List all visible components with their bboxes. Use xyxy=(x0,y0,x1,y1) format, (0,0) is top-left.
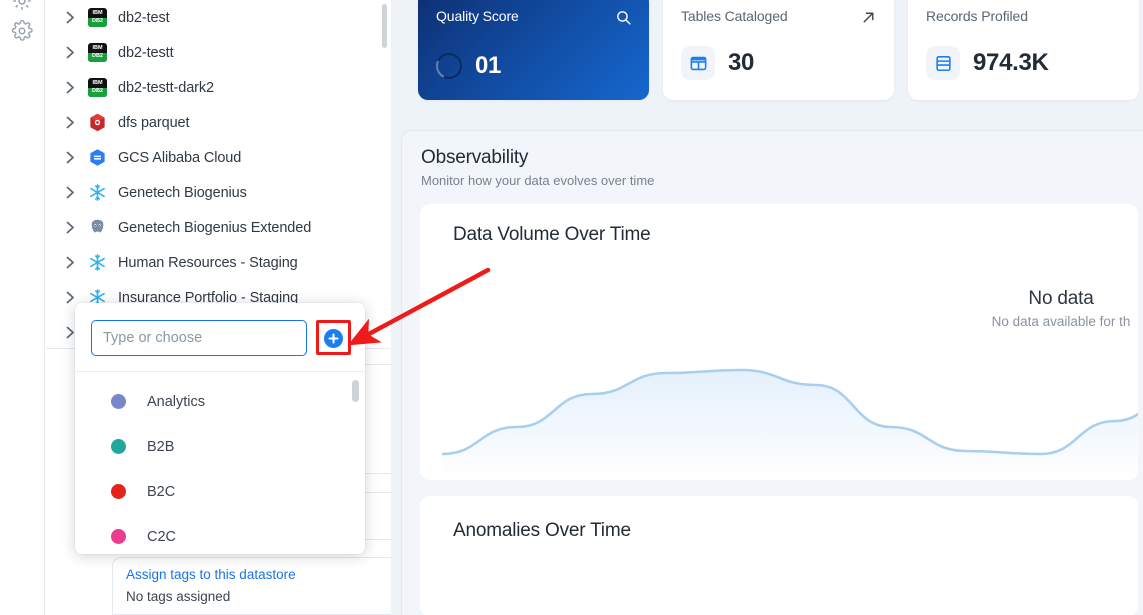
kpi-body: 01 xyxy=(436,52,501,80)
gcs-icon xyxy=(88,148,107,167)
kpi-title: Quality Score xyxy=(436,8,631,24)
expand-chevron-icon[interactable] xyxy=(62,255,78,271)
datastore-tree-item[interactable]: IBMDB2 db2-testt xyxy=(46,35,390,70)
table-grid-icon xyxy=(681,46,715,80)
datastore-tree-item[interactable]: GCS Alibaba Cloud xyxy=(46,140,390,175)
records-list-icon xyxy=(926,46,960,80)
observability-section: Observability Monitor how your data evol… xyxy=(401,130,1143,615)
data-volume-area-curve xyxy=(436,330,1138,480)
loading-spinner-icon xyxy=(432,49,465,82)
datastore-tree-item[interactable]: dfs parquet xyxy=(46,105,390,140)
tag-color-dot xyxy=(111,394,126,409)
datastore-tree-item[interactable]: IBMDB2 db2-test xyxy=(46,0,390,35)
data-volume-empty-state: No data No data available for th xyxy=(926,288,1138,329)
tag-color-dot xyxy=(111,484,126,499)
kpi-body: 974.3K xyxy=(926,46,1049,80)
observability-subtitle: Monitor how your data evolves over time xyxy=(421,173,1131,188)
kpi-title: Tables Cataloged xyxy=(681,8,876,24)
expand-chevron-icon[interactable] xyxy=(62,220,78,236)
tag-color-dot xyxy=(111,439,126,454)
main-content: Quality Score 01 Tables Cataloged 30 Records… xyxy=(391,0,1143,615)
partial-icon-top[interactable] xyxy=(11,0,33,12)
datastore-tree-item-label: dfs parquet xyxy=(118,115,189,131)
expand-chevron-icon[interactable] xyxy=(62,10,78,26)
expand-chevron-icon[interactable] xyxy=(62,80,78,96)
kpi-value: 974.3K xyxy=(973,49,1049,77)
kpi-card[interactable]: Quality Score 01 xyxy=(418,0,649,100)
snowflake-icon xyxy=(88,253,107,272)
tag-search-input[interactable] xyxy=(91,320,307,356)
empty-state-subtitle: No data available for th xyxy=(926,314,1138,329)
datastore-tree-item-label: db2-testt xyxy=(118,45,174,61)
tag-color-dot xyxy=(111,529,126,544)
datastore-tree-item-label: Genetech Biogenius Extended xyxy=(118,220,311,236)
ibm-db2-icon: IBMDB2 xyxy=(88,8,107,27)
tree-scrollbar[interactable] xyxy=(382,4,387,48)
tag-option-label: B2B xyxy=(147,439,174,455)
add-tag-button-wrapper xyxy=(318,323,349,354)
anomalies-chart-title: Anomalies Over Time xyxy=(453,520,631,542)
kpi-card[interactable]: Records Profiled 974.3K xyxy=(908,0,1139,100)
datastore-tree-item[interactable]: Genetech Biogenius Extended xyxy=(46,210,390,245)
tag-option-label: B2C xyxy=(147,484,175,500)
expand-chevron-icon[interactable] xyxy=(62,45,78,61)
datastore-tree-item-label: Human Resources - Staging xyxy=(118,255,298,271)
ibm-db2-icon: IBMDB2 xyxy=(88,43,107,62)
datastore-tree-item[interactable]: IBMDB2 db2-testt-dark2 xyxy=(46,70,390,105)
anomalies-chart-card: Anomalies Over Time xyxy=(420,496,1138,615)
assign-tags-header: Assign tags to this datastore + xyxy=(126,566,406,583)
tag-option[interactable]: C2C xyxy=(75,514,365,554)
tag-option[interactable]: Analytics xyxy=(75,379,365,424)
apache-drill-icon xyxy=(88,113,107,132)
data-volume-chart-title: Data Volume Over Time xyxy=(453,224,651,246)
observability-title: Observability xyxy=(421,147,1131,169)
kpi-value: 30 xyxy=(728,49,754,77)
expand-chevron-icon[interactable] xyxy=(62,185,78,201)
ibm-db2-icon: IBMDB2 xyxy=(88,78,107,97)
tag-option[interactable]: B2C xyxy=(75,469,365,514)
tag-option[interactable]: B2B xyxy=(75,424,365,469)
tag-picker-toolbar xyxy=(75,303,365,371)
kpi-title: Records Profiled xyxy=(926,8,1121,24)
tag-picker-dropdown: Analytics B2B B2C C2C xyxy=(75,303,365,554)
assign-tags-card: Assign tags to this datastore + No tags … xyxy=(112,557,420,615)
search-icon[interactable] xyxy=(615,9,632,26)
observability-header: Observability Monitor how your data evol… xyxy=(402,131,1143,198)
datastore-tree-item-label: db2-test xyxy=(118,10,170,26)
app-root: IBMDB2 db2-test IBMDB2 db2-testt IBMDB2 db2-t… xyxy=(0,0,1143,615)
expand-chevron-icon[interactable] xyxy=(62,115,78,131)
snowflake-icon xyxy=(88,183,107,202)
tag-option-label: C2C xyxy=(147,529,176,545)
datastore-tree-item-label: Genetech Biogenius xyxy=(118,185,247,201)
tag-option-label: Analytics xyxy=(147,394,205,410)
kpi-value: 01 xyxy=(475,52,501,80)
datastore-tree-item[interactable]: Human Resources - Staging xyxy=(46,245,390,280)
no-tags-label: No tags assigned xyxy=(126,589,406,604)
expand-chevron-icon[interactable] xyxy=(62,150,78,166)
assign-tags-link[interactable]: Assign tags to this datastore xyxy=(126,567,296,582)
tag-options-list: Analytics B2B B2C C2C xyxy=(75,372,365,554)
left-nav-rail xyxy=(0,0,45,615)
add-tag-button[interactable] xyxy=(324,329,343,348)
kpi-card[interactable]: Tables Cataloged 30 xyxy=(663,0,894,100)
kpi-row: Quality Score 01 Tables Cataloged 30 Records… xyxy=(418,0,1143,100)
kpi-body: 30 xyxy=(681,46,754,80)
datastore-tree-item[interactable]: Genetech Biogenius xyxy=(46,175,390,210)
datastore-tree-list: IBMDB2 db2-test IBMDB2 db2-testt IBMDB2 db2-t… xyxy=(46,0,390,348)
empty-state-title: No data xyxy=(926,288,1138,310)
datastore-tree-item-label: db2-testt-dark2 xyxy=(118,80,214,96)
arrow-up-right-icon[interactable] xyxy=(860,9,877,26)
settings-gear-icon[interactable] xyxy=(11,20,33,42)
datastore-tree-item-label: GCS Alibaba Cloud xyxy=(118,150,241,166)
postgresql-icon xyxy=(88,218,107,237)
dropdown-scrollbar[interactable] xyxy=(352,380,359,402)
data-volume-chart-card: Data Volume Over Time No data No data av… xyxy=(420,204,1138,480)
